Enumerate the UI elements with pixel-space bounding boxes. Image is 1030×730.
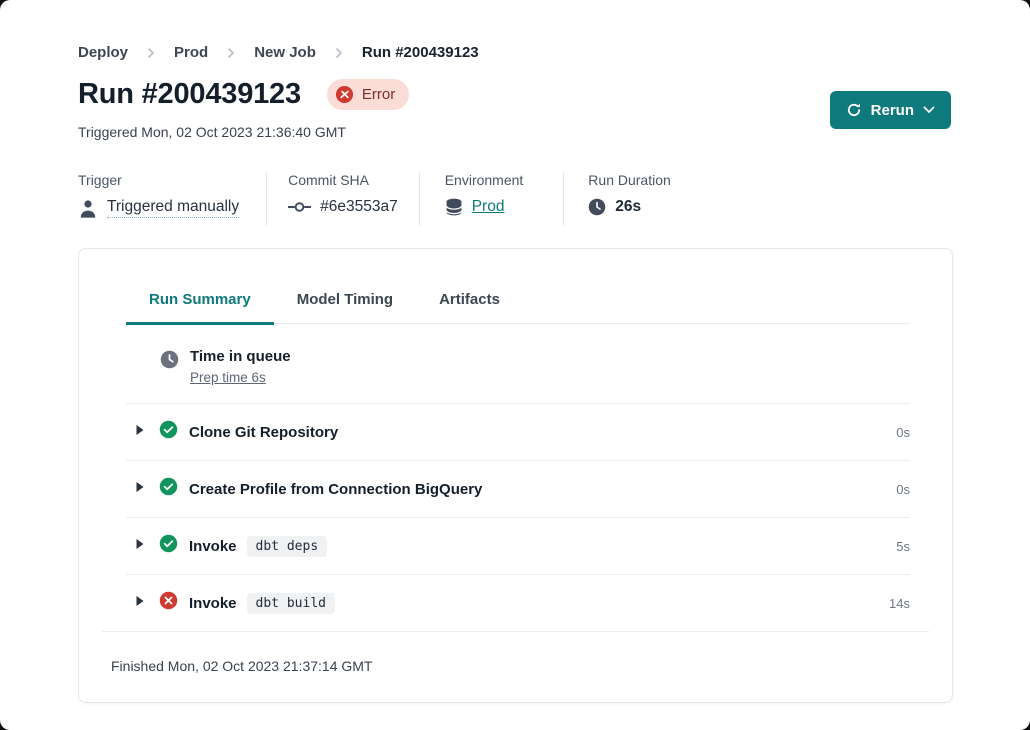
status-badge: Error — [327, 79, 409, 110]
breadcrumb-current-run: Run #200439123 — [362, 44, 479, 61]
caret-right-icon[interactable] — [135, 594, 145, 612]
status-badge-label: Error — [362, 86, 395, 103]
meta-trigger-label: Trigger — [78, 172, 239, 188]
meta-environment: Environment Prod — [419, 172, 564, 226]
database-icon — [445, 198, 463, 216]
step-title: Invoke — [189, 595, 237, 612]
trigger-value[interactable]: Triggered manually — [107, 198, 239, 218]
chevron-right-icon — [225, 47, 237, 59]
error-circle-icon — [335, 85, 354, 104]
run-summary-card: Run Summary Model Timing Artifacts Time … — [78, 248, 953, 703]
finished-timestamp: Finished Mon, 02 Oct 2023 21:37:14 GMT — [102, 631, 929, 674]
step-title: Create Profile from Connection BigQuery — [189, 481, 482, 498]
step-duration: 0s — [896, 482, 910, 497]
command-chip: dbt build — [247, 593, 335, 614]
run-duration-value: 26s — [615, 198, 641, 216]
rerun-button[interactable]: Rerun — [830, 91, 951, 129]
chevron-right-icon — [145, 47, 157, 59]
success-icon — [159, 477, 178, 501]
success-icon — [159, 534, 178, 558]
step-row-dbt-build[interactable]: Invoke dbt build 14s — [126, 575, 910, 631]
success-icon — [159, 420, 178, 444]
step-row-create-profile[interactable]: Create Profile from Connection BigQuery … — [126, 461, 910, 518]
caret-right-icon[interactable] — [135, 423, 145, 441]
triggered-timestamp: Triggered Mon, 02 Oct 2023 21:36:40 GMT — [78, 124, 346, 140]
meta-commit-label: Commit SHA — [288, 172, 398, 188]
run-detail-page: Deploy Prod New Job Run #200439123 Run #… — [0, 0, 1030, 730]
caret-right-icon[interactable] — [135, 537, 145, 555]
command-chip: dbt deps — [247, 536, 328, 557]
step-row-clone-git[interactable]: Clone Git Repository 0s — [126, 404, 910, 461]
step-row-dbt-deps[interactable]: Invoke dbt deps 5s — [126, 518, 910, 575]
error-icon — [159, 591, 178, 615]
person-icon — [78, 198, 98, 218]
environment-link[interactable]: Prod — [472, 198, 505, 216]
step-title: Invoke — [189, 538, 237, 555]
step-duration: 14s — [889, 596, 910, 611]
step-list: Time in queue Prep time 6s Clone Git Rep… — [126, 324, 910, 631]
meta-duration: Run Duration 26s — [563, 172, 671, 226]
chevron-right-icon — [333, 47, 345, 59]
tab-bar: Run Summary Model Timing Artifacts — [126, 277, 910, 324]
meta-duration-label: Run Duration — [588, 172, 671, 188]
tab-model-timing[interactable]: Model Timing — [274, 277, 416, 325]
breadcrumb-prod[interactable]: Prod — [174, 44, 208, 61]
title-row: Run #200439123 Error — [78, 78, 409, 111]
meta-environment-label: Environment — [445, 172, 524, 188]
commit-sha-value: #6e3553a7 — [320, 198, 398, 216]
tab-artifacts[interactable]: Artifacts — [416, 277, 523, 325]
tab-run-summary[interactable]: Run Summary — [126, 277, 274, 325]
meta-trigger: Trigger Triggered manually — [78, 172, 266, 226]
breadcrumb: Deploy Prod New Job Run #200439123 — [78, 44, 479, 61]
git-commit-icon — [288, 201, 311, 213]
queue-title: Time in queue — [190, 348, 291, 365]
refresh-icon — [846, 102, 862, 118]
meta-commit: Commit SHA #6e3553a7 — [266, 172, 419, 226]
caret-right-icon[interactable] — [135, 480, 145, 498]
queue-clock-icon — [160, 350, 179, 387]
run-metadata: Trigger Triggered manually Commit SHA #6… — [78, 172, 671, 226]
rerun-button-label: Rerun — [871, 102, 914, 119]
queue-row: Time in queue Prep time 6s — [126, 324, 910, 404]
step-duration: 0s — [896, 425, 910, 440]
chevron-down-icon — [923, 106, 935, 114]
step-duration: 5s — [896, 539, 910, 554]
page-title: Run #200439123 — [78, 78, 301, 111]
step-title: Clone Git Repository — [189, 424, 338, 441]
clock-icon — [588, 198, 606, 216]
breadcrumb-new-job[interactable]: New Job — [254, 44, 316, 61]
prep-time-link[interactable]: Prep time 6s — [190, 370, 266, 385]
breadcrumb-deploy[interactable]: Deploy — [78, 44, 128, 61]
